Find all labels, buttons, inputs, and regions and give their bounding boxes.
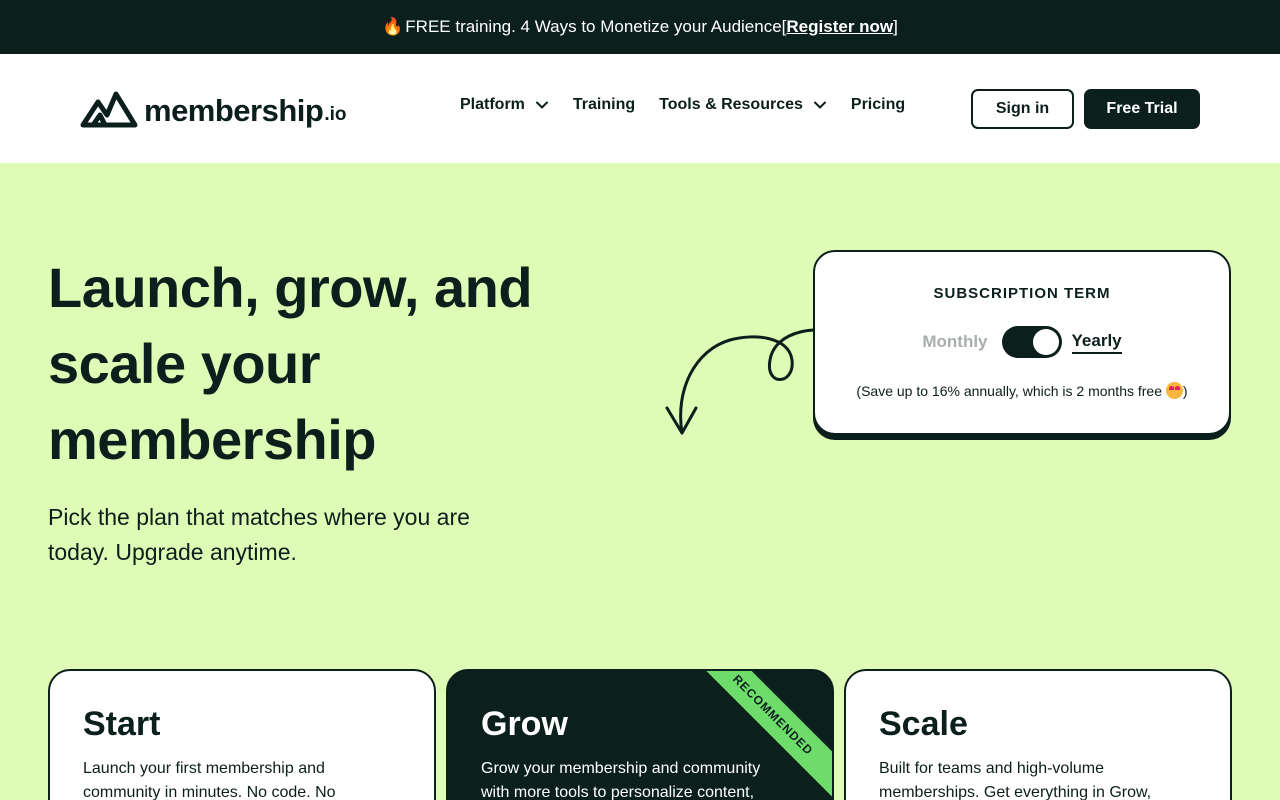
nav-item-pricing[interactable]: Pricing	[851, 96, 905, 114]
nav-item-label: Tools & Resources	[659, 96, 803, 113]
plan-description: Built for teams and high-volume membersh…	[879, 760, 1152, 800]
plan-card-scale: Scale Built for teams and high-volume me…	[844, 669, 1232, 800]
logo-mountain-icon	[80, 91, 138, 128]
page-title: Launch, grow, and scale your membership	[48, 256, 533, 471]
yearly-option[interactable]: Yearly	[1071, 331, 1122, 354]
savings-note-close: )	[1182, 383, 1188, 399]
billing-term-toggle[interactable]	[1001, 326, 1062, 358]
heart-eyes-icon	[1165, 382, 1183, 399]
fire-icon: 🔥	[382, 17, 404, 36]
nav-item-label: Training	[572, 96, 636, 113]
nav-item-training[interactable]: Training	[573, 96, 635, 114]
free-trial-button[interactable]: Free Trial	[1084, 89, 1200, 129]
term-title: SUBSCRIPTION TERM	[933, 285, 1111, 302]
main-nav: membership .io Platform Training Tools &…	[0, 54, 1280, 163]
chevron-down-icon	[535, 101, 548, 109]
promo-bar: 🔥 FREE training. 4 Ways to Monetize your…	[0, 0, 1280, 54]
plan-description: Launch your first membership and communi…	[83, 760, 336, 800]
hero-subtitle: Pick the plan that matches where you are…	[48, 504, 470, 565]
savings-note: (Save up to 16% annually, which is 2 mon…	[815, 382, 1229, 399]
nav-links: Platform Training Tools & Resources Pric…	[460, 96, 929, 114]
nav-item-platform[interactable]: Platform	[460, 96, 549, 114]
register-now-link[interactable]: Register now	[786, 17, 893, 37]
promo-bracket-close: ]	[893, 17, 898, 36]
nav-item-tools-resources[interactable]: Tools & Resources	[659, 96, 827, 114]
toggle-knob	[1032, 329, 1059, 355]
subscription-term-card: SUBSCRIPTION TERM Monthly Yearly (Save u…	[813, 250, 1231, 435]
plan-card-start: Start Launch your first membership and c…	[48, 669, 436, 800]
plan-name: Start	[83, 705, 161, 743]
logo-wordmark: membership	[144, 93, 324, 128]
savings-note-text: (Save up to 16% annually, which is 2 mon…	[856, 383, 1166, 399]
nav-item-label: Platform	[460, 96, 525, 113]
plan-description: Grow your membership and community with …	[481, 760, 761, 800]
plan-name: Grow	[481, 705, 568, 743]
logo-tld: .io	[324, 104, 347, 125]
sign-in-button[interactable]: Sign in	[971, 89, 1074, 129]
logo[interactable]: membership .io	[80, 88, 347, 128]
nav-item-label: Pricing	[850, 96, 906, 113]
plan-card-grow: RECOMMENDED Grow Grow your membership an…	[446, 669, 834, 800]
plan-name: Scale	[879, 705, 968, 743]
monthly-option[interactable]: Monthly	[922, 332, 987, 352]
term-switch-row: Monthly Yearly	[815, 326, 1229, 358]
chevron-down-icon	[813, 101, 826, 109]
promo-text: FREE training. 4 Ways to Monetize your A…	[405, 17, 782, 36]
